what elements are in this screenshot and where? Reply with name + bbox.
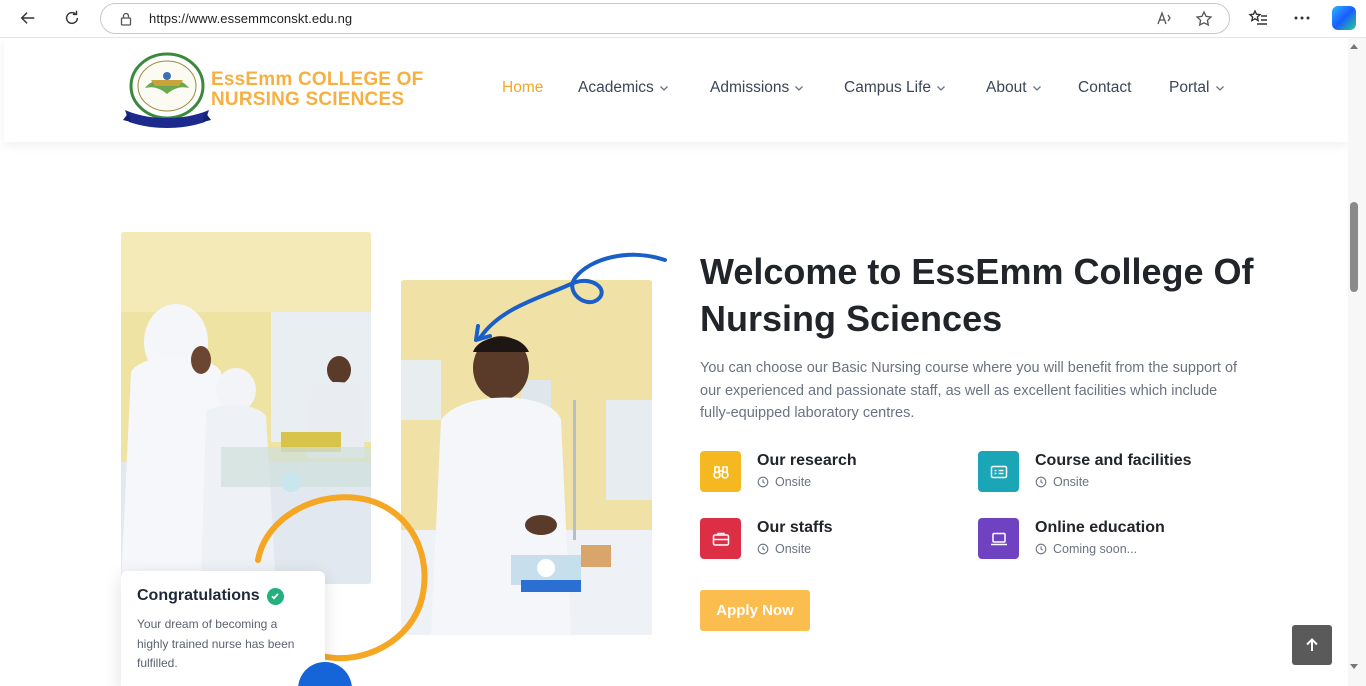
more-menu-icon[interactable]	[1292, 8, 1312, 28]
clock-icon	[757, 543, 769, 555]
reload-button[interactable]	[57, 4, 87, 32]
feature-staffs-meta: Onsite	[757, 542, 811, 556]
page-scrollbar[interactable]	[1348, 38, 1366, 686]
chevron-down-icon	[659, 86, 668, 91]
chevron-down-icon	[795, 86, 804, 91]
site-header: EssEmm COLLEGE OF NURSING SCIENCES Home …	[4, 38, 1348, 142]
feature-online-title: Online education	[1035, 519, 1165, 536]
nav-admissions-label: Admissions	[710, 79, 790, 96]
feature-course-title: Course and facilities	[1035, 452, 1192, 469]
nav-about-label: About	[986, 79, 1027, 96]
address-bar[interactable]: https://www.essemmconskt.edu.ng	[100, 3, 1230, 34]
congrats-heading: Congratulations	[137, 587, 309, 605]
clock-icon	[757, 476, 769, 488]
clock-icon	[1035, 543, 1047, 555]
scroll-up-arrow-icon[interactable]	[1350, 44, 1358, 49]
feature-staffs[interactable]: Our staffs Onsite	[700, 518, 950, 562]
feature-research-title: Our research	[757, 452, 857, 469]
nav-home[interactable]: Home	[502, 79, 543, 97]
favorites-list-icon[interactable]	[1248, 8, 1268, 28]
chevron-down-icon	[1215, 86, 1224, 91]
feature-course-facilities[interactable]: Course and facilities Onsite	[978, 451, 1228, 495]
nav-campus-life-label: Campus Life	[844, 79, 932, 96]
nav-home-label: Home	[502, 79, 544, 96]
feature-course-subtitle: Onsite	[1053, 475, 1090, 489]
check-circle-icon	[266, 587, 284, 605]
feature-online-meta: Coming soon...	[1035, 542, 1137, 556]
read-aloud-icon[interactable]	[1156, 10, 1174, 28]
back-arrow-icon	[20, 12, 35, 24]
curved-arrow-icon	[474, 252, 667, 342]
browser-toolbar: https://www.essemmconskt.edu.ng	[0, 0, 1366, 38]
congrats-title: Congratulations	[137, 587, 260, 604]
feature-staffs-title: Our staffs	[757, 519, 833, 536]
briefcase-icon	[700, 518, 741, 559]
feature-research-meta: Onsite	[757, 475, 811, 489]
scrollbar-thumb[interactable]	[1350, 202, 1358, 292]
intro-text: You can choose our Basic Nursing course …	[700, 360, 1238, 421]
nav-portal-label: Portal	[1169, 79, 1210, 96]
binoculars-icon	[700, 451, 741, 492]
reload-icon	[65, 10, 79, 25]
url-text: https://www.essemmconskt.edu.ng	[149, 11, 353, 26]
feature-online-subtitle: Coming soon...	[1053, 542, 1138, 556]
arrow-up-icon	[1306, 638, 1318, 651]
laptop-icon	[978, 518, 1019, 559]
favorite-star-icon[interactable]	[1195, 10, 1213, 28]
congratulations-card: Congratulations Your dream of becoming a…	[121, 571, 325, 686]
feature-online-education[interactable]: Online education Coming soon...	[978, 518, 1228, 562]
nav-portal[interactable]: Portal	[1169, 79, 1225, 97]
lock-icon	[120, 12, 132, 26]
back-button[interactable]	[13, 4, 43, 32]
nav-contact-label: Contact	[1078, 79, 1132, 96]
feature-staffs-subtitle: Onsite	[775, 542, 812, 556]
nav-academics[interactable]: Academics	[578, 79, 669, 97]
nav-academics-label: Academics	[578, 79, 654, 96]
page-title: Welcome to EssEmm College Of Nursing Sci…	[700, 251, 1254, 339]
chevron-down-icon	[937, 86, 945, 91]
copilot-icon[interactable]	[1332, 6, 1356, 30]
apply-now-button[interactable]: Apply Now	[700, 590, 810, 631]
scroll-down-arrow-icon[interactable]	[1350, 664, 1358, 669]
chevron-down-icon	[1032, 86, 1041, 91]
congrats-text: Your dream of becoming a highly trained …	[137, 617, 295, 670]
clock-icon	[1035, 476, 1047, 488]
feature-research[interactable]: Our research Onsite	[700, 451, 950, 495]
feature-research-subtitle: Onsite	[775, 475, 812, 489]
nav-admissions[interactable]: Admissions	[710, 79, 804, 97]
id-card-icon	[978, 451, 1019, 492]
nav-about[interactable]: About	[986, 79, 1042, 97]
nav-contact[interactable]: Contact	[1078, 79, 1131, 97]
nav-campus-life[interactable]: Campus Life	[844, 79, 946, 97]
back-to-top-button[interactable]	[1292, 625, 1332, 665]
page-viewport: EssEmm COLLEGE OF NURSING SCIENCES Home …	[0, 38, 1348, 686]
feature-course-meta: Onsite	[1035, 475, 1089, 489]
main-nav: Home Academics Admissions Campus Life Ab…	[4, 79, 1348, 99]
